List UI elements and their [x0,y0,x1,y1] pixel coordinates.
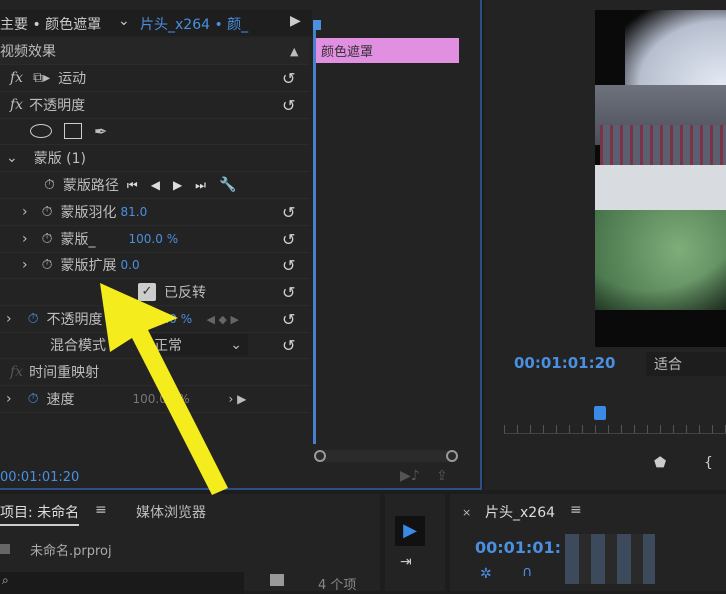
yellow-arrow [100,283,228,495]
annotation-arrow [100,283,228,495]
